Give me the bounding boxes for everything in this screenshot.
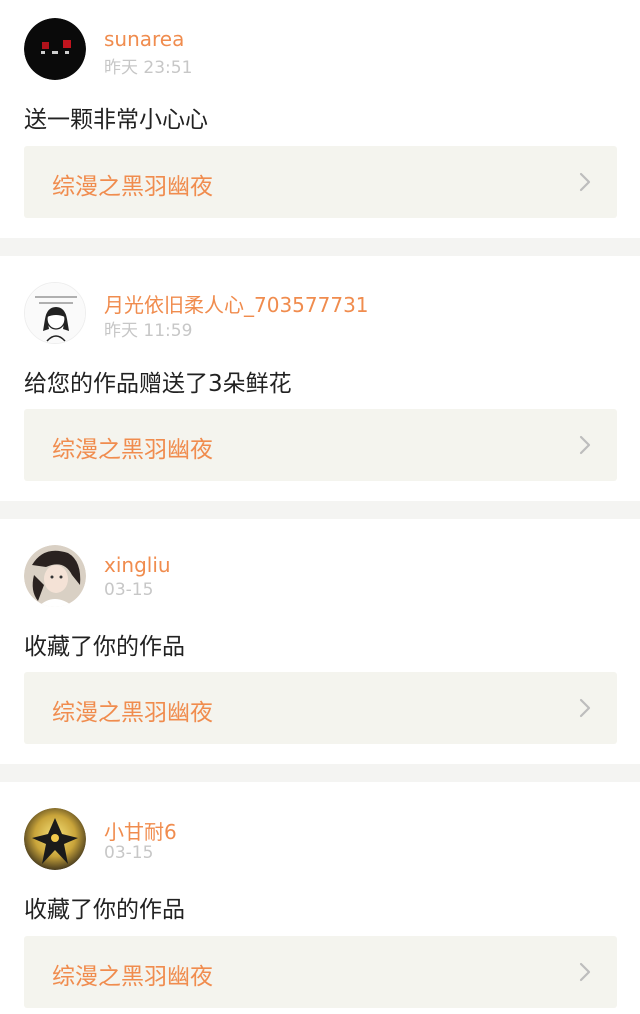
username[interactable]: 月光依旧柔人心_703577731 — [104, 289, 369, 318]
notification-message: 给您的作品赠送了3朵鲜花 — [24, 371, 292, 397]
username[interactable]: sunarea — [104, 27, 184, 51]
notification-message: 收藏了你的作品 — [24, 634, 185, 660]
notification-card: xingliu 03-15 收藏了你的作品 综漫之黑羽幽夜 — [0, 519, 640, 764]
timestamp: 昨天 23:51 — [104, 58, 193, 78]
avatar[interactable] — [24, 282, 86, 344]
separator — [0, 764, 640, 782]
timestamp: 昨天 11:59 — [104, 321, 193, 341]
work-title: 综漫之黑羽幽夜 — [52, 174, 213, 200]
avatar[interactable] — [24, 18, 86, 80]
avatar[interactable] — [24, 808, 86, 870]
chevron-right-icon — [579, 962, 591, 982]
notification-card: 小甘耐6 03-15 收藏了你的作品 综漫之黑羽幽夜 — [0, 782, 640, 1014]
notification-message: 收藏了你的作品 — [24, 897, 185, 923]
chevron-right-icon — [579, 698, 591, 718]
separator — [0, 238, 640, 256]
notification-card: sunarea 昨天 23:51 送一颗非常小心心 综漫之黑羽幽夜 — [0, 0, 640, 238]
work-link[interactable]: 综漫之黑羽幽夜 — [24, 146, 617, 218]
work-link[interactable]: 综漫之黑羽幽夜 — [24, 409, 617, 481]
avatar-anime-figure-icon — [24, 808, 86, 870]
avatar-sketch-girl-icon — [25, 283, 85, 343]
chevron-right-icon — [579, 172, 591, 192]
work-title: 综漫之黑羽幽夜 — [52, 964, 213, 990]
avatar-dark-pattern-icon — [24, 18, 86, 80]
notification-message: 送一颗非常小心心 — [24, 107, 208, 133]
notification-feed: sunarea 昨天 23:51 送一颗非常小心心 综漫之黑羽幽夜 月光依旧柔人… — [0, 0, 640, 1014]
username[interactable]: 小甘耐6 — [104, 816, 177, 845]
notification-card: 月光依旧柔人心_703577731 昨天 11:59 给您的作品赠送了3朵鲜花 … — [0, 256, 640, 501]
username[interactable]: xingliu — [104, 553, 171, 577]
separator — [0, 501, 640, 519]
work-title: 综漫之黑羽幽夜 — [52, 437, 213, 463]
avatar[interactable] — [24, 545, 86, 607]
work-title: 综漫之黑羽幽夜 — [52, 700, 213, 726]
work-link[interactable]: 综漫之黑羽幽夜 — [24, 672, 617, 744]
timestamp: 03-15 — [104, 843, 154, 863]
timestamp: 03-15 — [104, 580, 154, 600]
work-link[interactable]: 综漫之黑羽幽夜 — [24, 936, 617, 1008]
avatar-girl-photo-icon — [24, 545, 86, 607]
chevron-right-icon — [579, 435, 591, 455]
